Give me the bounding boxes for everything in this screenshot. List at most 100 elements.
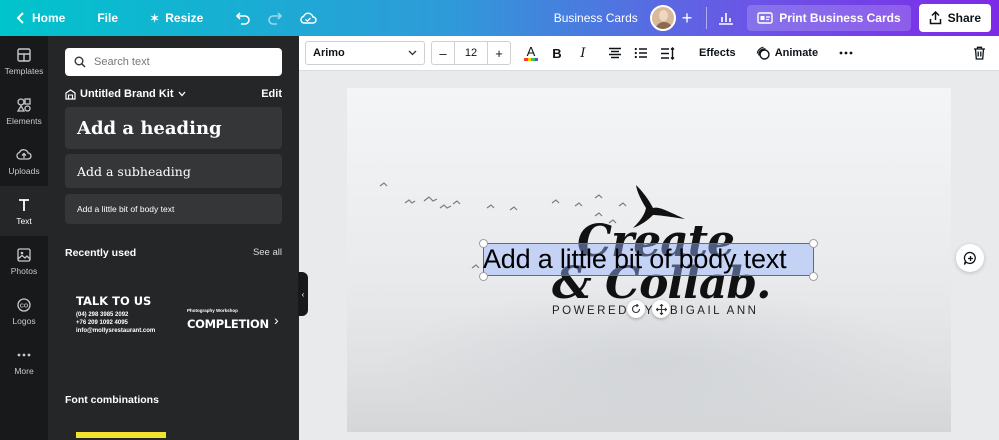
bold-button[interactable]: B	[545, 41, 569, 65]
font-combinations-heading: Font combinations	[65, 394, 159, 406]
templates-icon	[17, 47, 31, 62]
recent-template-completion[interactable]: Photography Workshop COMPLETION	[187, 308, 282, 338]
line-spacing-icon	[660, 46, 674, 60]
recent1-title: TALK TO US	[76, 294, 152, 308]
more-horizontal-icon	[839, 51, 853, 55]
insights-button[interactable]	[711, 5, 741, 31]
file-menu-button[interactable]: File	[89, 0, 126, 36]
rail-label: Templates	[4, 65, 44, 76]
rail-label: More	[14, 365, 34, 376]
resize-handle-bottom-right[interactable]	[809, 272, 818, 281]
italic-icon: I	[580, 45, 586, 61]
recent1-line: info@mollysrestaurant.com	[76, 328, 156, 334]
cloud-save-button[interactable]	[291, 0, 325, 36]
resize-handle-top-left[interactable]	[479, 239, 488, 248]
spacing-button[interactable]	[655, 41, 679, 65]
search-icon	[74, 56, 86, 68]
rotate-handle[interactable]	[627, 300, 645, 318]
font-family-dropdown[interactable]: Arimo	[305, 41, 425, 65]
font-size-input[interactable]: 12	[454, 42, 488, 64]
logos-icon: CO	[17, 297, 31, 312]
chevron-right-icon[interactable]: ›	[274, 312, 279, 328]
recent1-line: (04) 298 3985 2092	[76, 312, 129, 318]
more-options-button[interactable]	[834, 41, 858, 65]
chevron-down-icon	[178, 91, 185, 97]
text-color-icon: A	[524, 44, 538, 61]
svg-text:A: A	[527, 44, 536, 59]
resize-button[interactable]: ✶ Resize	[142, 0, 211, 36]
comment-button[interactable]	[956, 244, 984, 272]
effects-button[interactable]: Effects	[689, 41, 746, 65]
document-title[interactable]: Business Cards	[554, 11, 638, 25]
redo-button[interactable]	[259, 0, 291, 36]
card-icon	[757, 12, 773, 24]
recent-template-talk-to-us[interactable]: TALK TO US (04) 298 3985 2092 +76 209 10…	[65, 294, 175, 344]
text-color-button[interactable]: A	[519, 41, 543, 65]
more-icon	[17, 353, 31, 356]
rail-item-photos[interactable]: Photos	[0, 236, 48, 286]
list-icon	[634, 47, 647, 59]
comment-icon	[963, 251, 976, 265]
collapse-panel-button[interactable]: ‹	[298, 272, 308, 316]
home-button[interactable]: Home	[8, 0, 73, 36]
bold-icon: B	[552, 45, 562, 61]
uploads-icon	[16, 148, 32, 160]
sparkle-icon: ✶	[150, 12, 160, 25]
share-label: Share	[947, 11, 981, 25]
move-handle[interactable]	[652, 300, 670, 318]
list-button[interactable]	[629, 41, 653, 65]
rail-item-templates[interactable]: Templates	[0, 36, 48, 86]
animate-button[interactable]: Animate	[746, 41, 828, 65]
selected-body-text[interactable]: Add a little bit of body text	[483, 242, 818, 276]
font-family-value: Arimo	[313, 47, 345, 59]
file-label: File	[97, 11, 119, 25]
rail-item-more[interactable]: More	[0, 336, 48, 386]
cloud-icon	[300, 12, 317, 24]
chevron-down-icon	[408, 50, 417, 56]
avatar[interactable]	[649, 5, 676, 31]
edit-brand-kit-button[interactable]: Edit	[261, 88, 282, 100]
svg-text:CO: CO	[20, 303, 29, 309]
print-label: Print Business Cards	[779, 11, 901, 25]
trash-icon	[973, 46, 985, 60]
animate-icon	[756, 46, 770, 60]
move-icon	[655, 303, 667, 315]
rail-label: Photos	[10, 265, 38, 276]
share-button[interactable]: Share	[918, 4, 991, 32]
font-combination-preview[interactable]	[76, 432, 166, 440]
font-size-stepper: – 12 +	[431, 41, 511, 65]
undo-button[interactable]	[227, 0, 259, 36]
resize-label: Resize	[165, 11, 204, 25]
alignment-button[interactable]	[603, 41, 627, 65]
rail-item-text[interactable]: Text	[0, 186, 48, 236]
rail-item-logos[interactable]: CO Logos	[0, 286, 48, 336]
brand-kit-selector[interactable]: Untitled Brand Kit Edit	[65, 85, 282, 103]
add-collaborator-button[interactable]: +	[676, 8, 703, 29]
effects-label: Effects	[699, 47, 736, 59]
add-subheading-button[interactable]: Add a subheading	[65, 154, 282, 188]
left-rail: Templates Elements Uploads Text Photos C…	[0, 36, 48, 440]
bar-chart-icon	[719, 13, 734, 25]
decrease-font-size-button[interactable]: –	[432, 42, 454, 64]
resize-handle-bottom-left[interactable]	[479, 272, 488, 281]
increase-font-size-button[interactable]: +	[488, 42, 510, 64]
rail-label: Elements	[6, 115, 42, 126]
resize-handle-top-right[interactable]	[809, 239, 818, 248]
recent1-line: +76 209 1092 4095	[76, 320, 128, 326]
see-all-link[interactable]: See all	[253, 247, 282, 258]
italic-button[interactable]: I	[571, 41, 595, 65]
top-bar: Home File ✶ Resize Business Cards + Prin…	[0, 0, 999, 36]
add-heading-button[interactable]: Add a heading	[65, 107, 282, 149]
text-icon	[19, 198, 29, 211]
align-center-icon	[609, 47, 621, 59]
rail-item-elements[interactable]: Elements	[0, 86, 48, 136]
add-body-text-button[interactable]: Add a little bit of body text	[65, 194, 282, 224]
rail-label: Uploads	[8, 165, 40, 176]
search-box[interactable]	[65, 48, 282, 76]
home-label: Home	[32, 11, 66, 25]
print-business-cards-button[interactable]: Print Business Cards	[747, 5, 911, 31]
rail-item-uploads[interactable]: Uploads	[0, 136, 48, 186]
delete-button[interactable]	[967, 41, 991, 65]
search-input[interactable]	[94, 56, 264, 68]
undo-icon	[236, 12, 251, 25]
